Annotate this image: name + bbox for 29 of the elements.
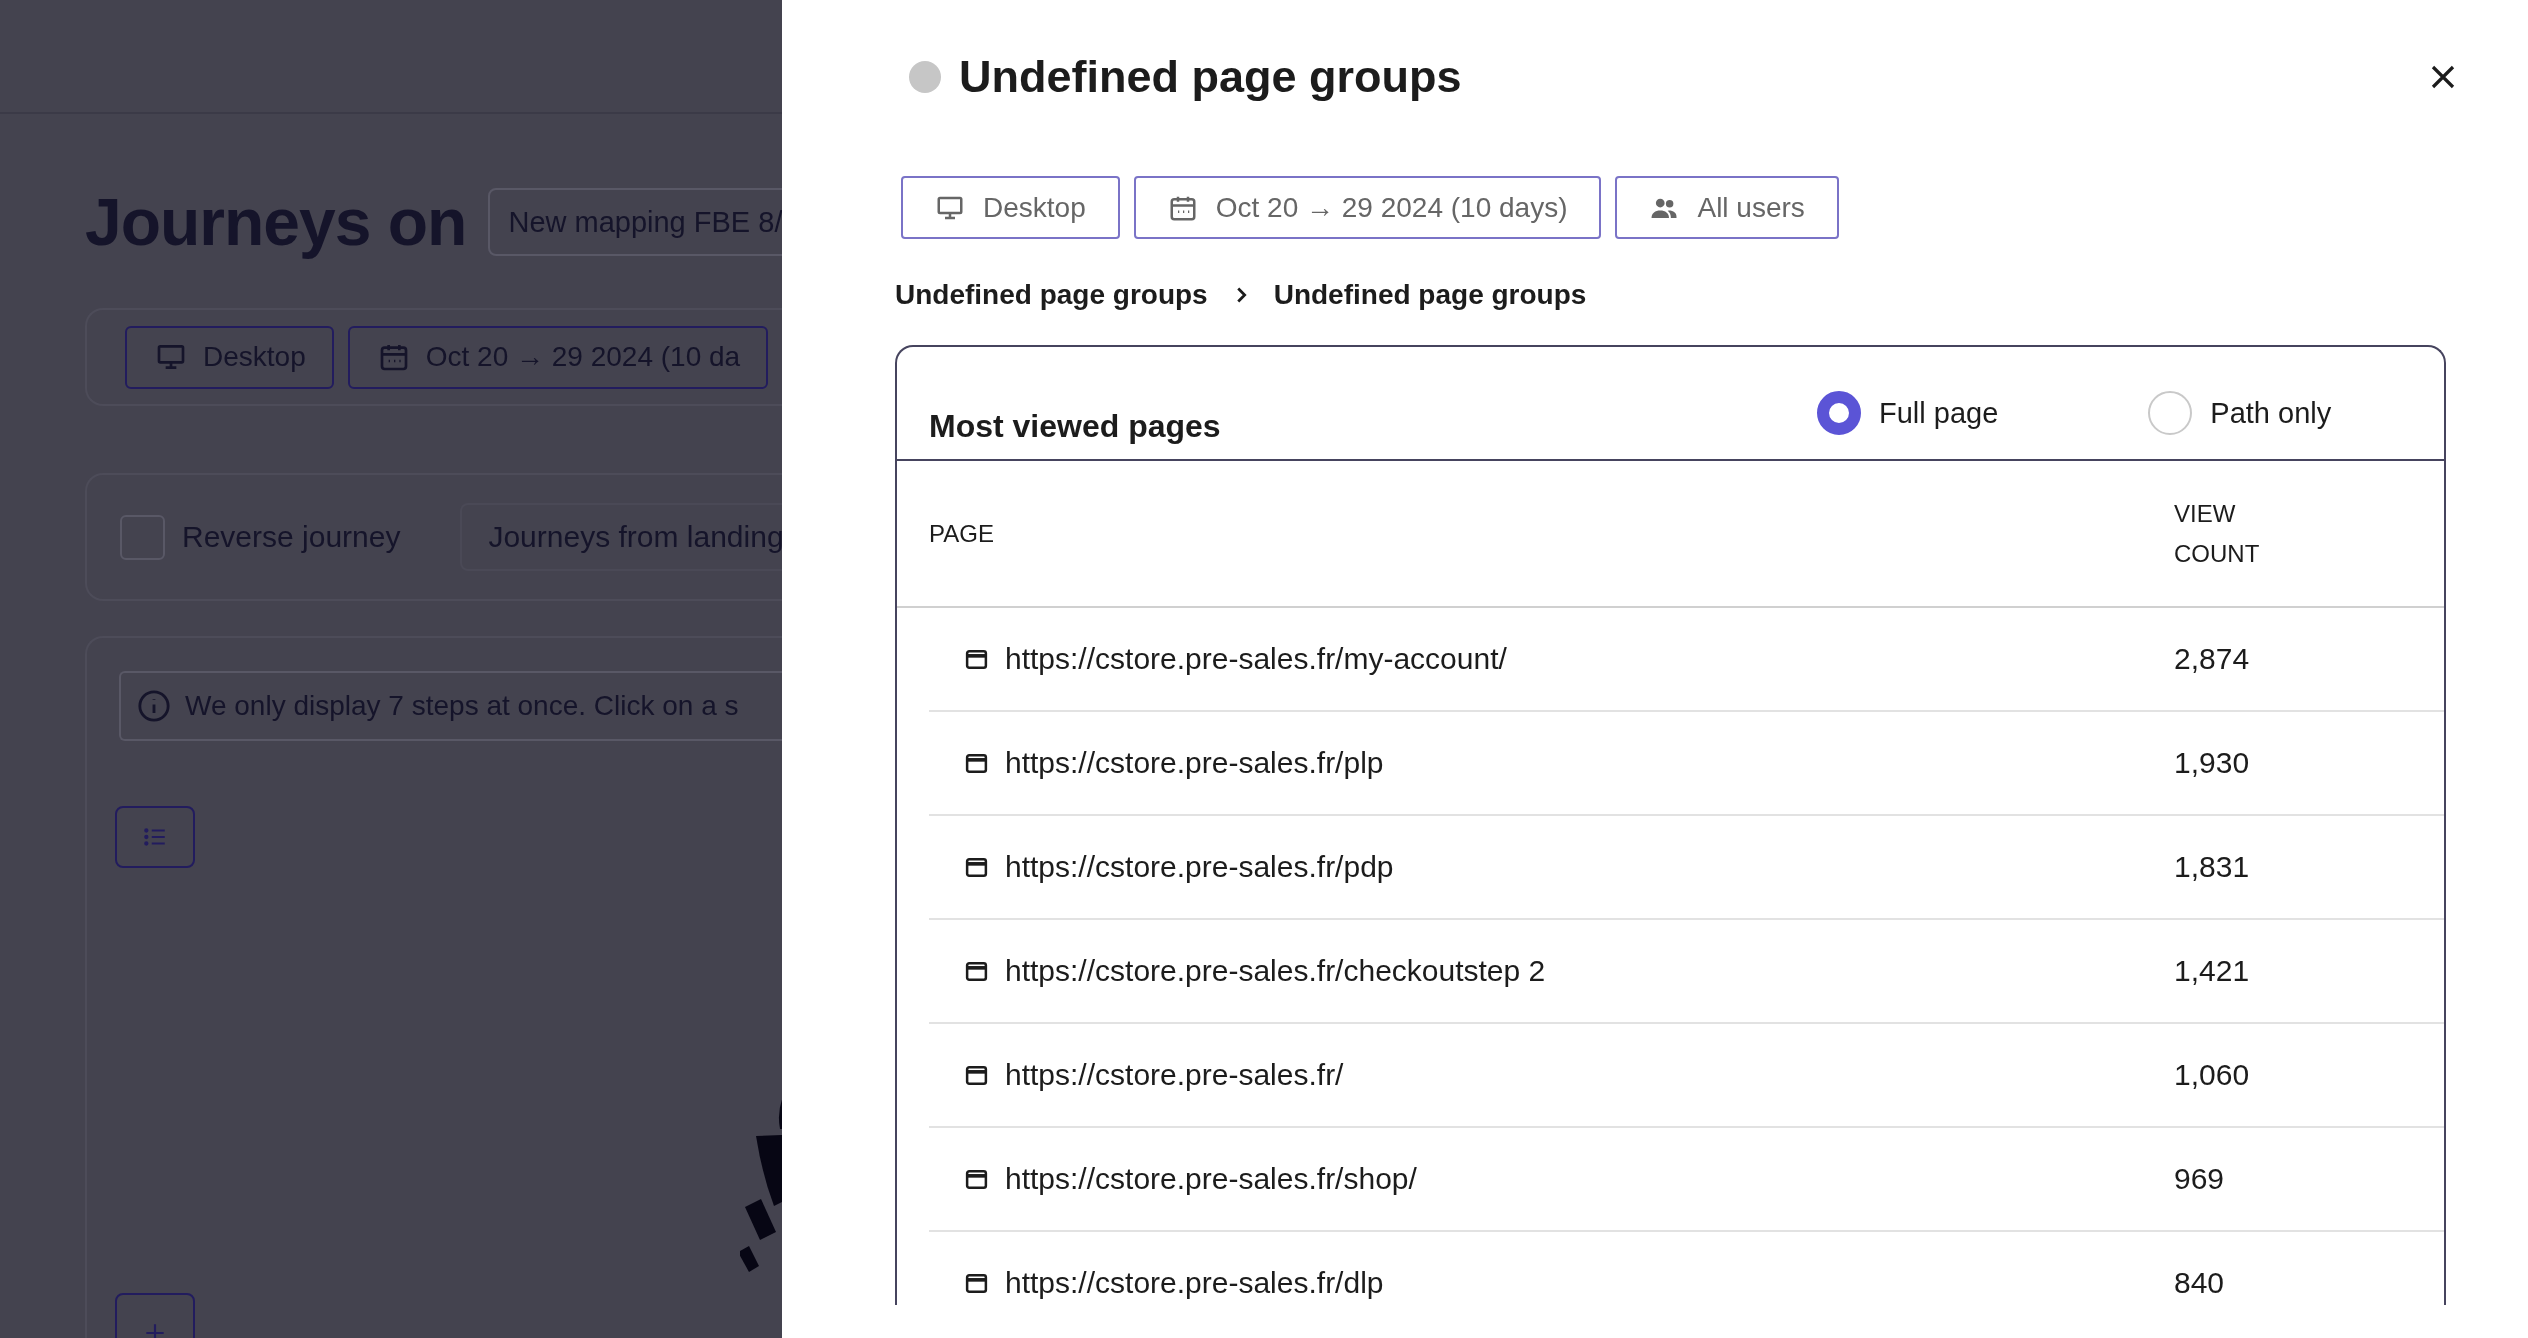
radio-label: Full page	[1879, 396, 1999, 430]
page-url: https://cstore.pre-sales.fr/dlp	[1005, 1266, 1385, 1300]
page-url: https://cstore.pre-sales.fr/checkoutstep 2	[1005, 954, 1547, 988]
radio-label: Path only	[2210, 396, 2332, 430]
breadcrumb-link[interactable]: Undefined page groups	[1273, 279, 1587, 311]
view-count: 1,421	[2174, 954, 2251, 988]
filter-button[interactable]: Oct 20 → 29 2024 (10 days)	[1133, 176, 1602, 239]
radio-button[interactable]	[1817, 391, 1861, 435]
column-header: PAGE	[929, 519, 995, 548]
breadcrumb-link[interactable]: Undefined page groups	[895, 279, 1208, 311]
view-count: 1,831	[2174, 850, 2251, 884]
page-url: https://cstore.pre-sales.fr/pdp	[1005, 850, 1395, 884]
page-url: https://cstore.pre-sales.fr/my-account/	[1005, 642, 1508, 676]
view-count: 2,874	[2174, 642, 2251, 676]
filter-button[interactable]: Desktop	[901, 176, 1120, 239]
table-title: Most viewed pages	[929, 408, 1221, 445]
page-url: https://cstore.pre-sales.fr/	[1005, 1058, 1345, 1092]
page-url: https://cstore.pre-sales.fr/shop/	[1005, 1162, 1418, 1196]
view-count: 969	[2174, 1162, 2226, 1196]
view-count: 1,060	[2174, 1058, 2251, 1092]
filter-button[interactable]: All users	[1615, 176, 1839, 239]
list-button[interactable]	[115, 806, 195, 868]
column-header: VIEW COUNT	[2174, 498, 2261, 569]
view-count: 840	[2174, 1266, 2226, 1300]
info-icon	[137, 689, 171, 723]
page-url: https://cstore.pre-sales.fr/plp	[1005, 746, 1385, 780]
drawer-title: Undefined page groups	[959, 51, 1462, 103]
status-dot	[909, 61, 941, 93]
view-count: 1,930	[2174, 746, 2251, 780]
